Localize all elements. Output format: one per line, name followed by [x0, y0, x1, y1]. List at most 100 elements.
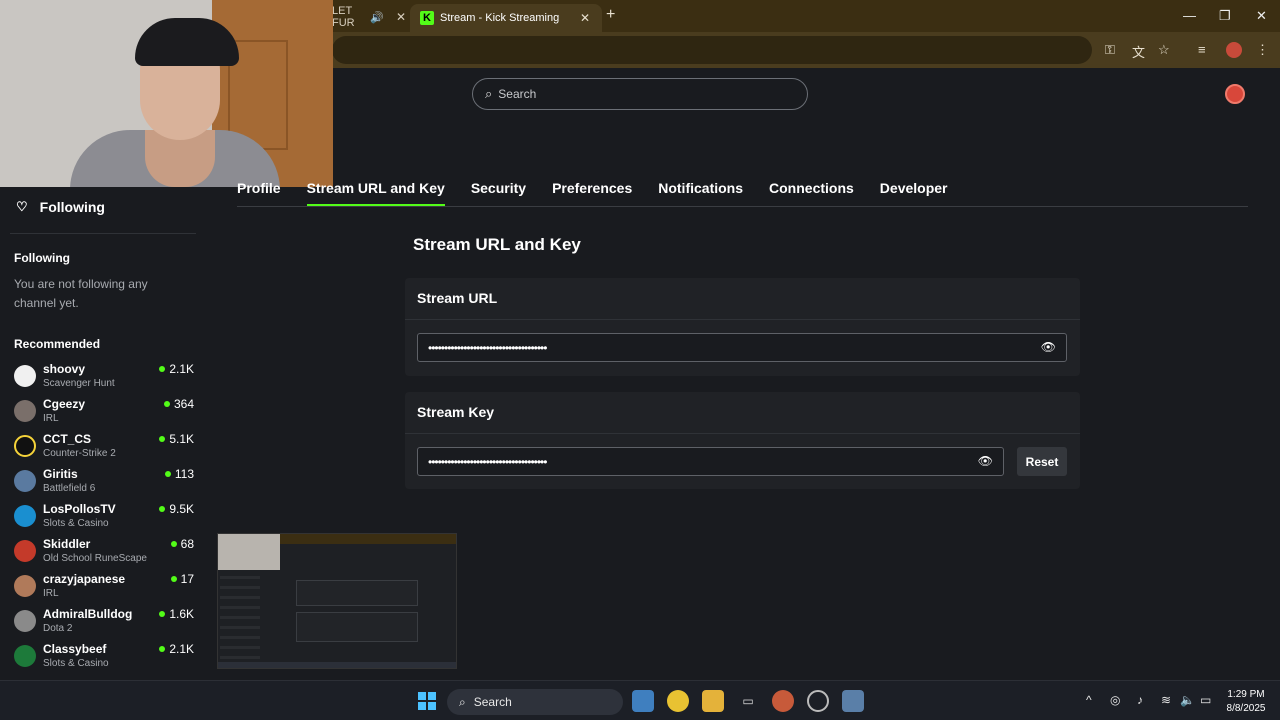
- close-tab-icon[interactable]: ✕: [396, 10, 406, 24]
- channel-category: Dota 2: [43, 623, 73, 634]
- windows-start-icon[interactable]: [418, 692, 436, 710]
- recommended-channel[interactable]: CCT_CS Counter-Strike 2 5.1K: [14, 432, 194, 464]
- browser-active-icon[interactable]: [772, 690, 794, 712]
- channel-avatar: [14, 365, 36, 387]
- microphone-icon[interactable]: ♪: [1137, 693, 1143, 707]
- channel-name: Cgeezy: [43, 397, 86, 411]
- channel-viewers: 113: [164, 467, 194, 481]
- battery-icon[interactable]: ▭: [1200, 693, 1211, 707]
- tab-security[interactable]: Security: [471, 180, 526, 206]
- live-dot-icon: [170, 576, 177, 582]
- recommended-channel[interactable]: Classybeef Slots & Casino 2.1K: [14, 642, 194, 674]
- channel-avatar: [14, 540, 36, 562]
- channel-name: Classybeef: [43, 642, 107, 656]
- sidebar-nav-following[interactable]: ♡ Following: [16, 199, 105, 215]
- omnibox[interactable]: [332, 36, 1092, 64]
- stream-key-card: Stream Key •••••••••••••••••••••••••••••…: [405, 392, 1080, 489]
- clock-time: 1:29 PM: [1227, 689, 1265, 700]
- viewer-count: 1.6K: [169, 607, 194, 621]
- sidebar-nav-label: Following: [39, 199, 105, 215]
- viewer-count: 5.1K: [169, 432, 194, 446]
- stream-url-value: •••••••••••••••••••••••••••••••••••••: [428, 340, 547, 355]
- browser-tab-previous[interactable]: LET FUR 🔊 ✕: [332, 5, 406, 29]
- channel-avatar: [14, 645, 36, 667]
- tray-chevron-icon[interactable]: ^: [1086, 693, 1092, 707]
- eye-icon[interactable]: 👁: [978, 454, 993, 468]
- wifi-icon[interactable]: ≋: [1161, 693, 1171, 707]
- media-queue-icon[interactable]: ≡: [1198, 42, 1206, 57]
- clock-date: 8/8/2025: [1226, 703, 1266, 714]
- volume-icon[interactable]: 🔈: [1180, 693, 1195, 707]
- stream-url-field[interactable]: ••••••••••••••••••••••••••••••••••••• 👁: [417, 333, 1067, 362]
- close-tab-icon[interactable]: ✕: [580, 11, 590, 25]
- recommended-channel[interactable]: LosPollosTV Slots & Casino 9.5K: [14, 502, 194, 534]
- stream-key-field[interactable]: ••••••••••••••••••••••••••••••••••••• 👁: [417, 447, 1004, 476]
- user-avatar[interactable]: [1225, 84, 1245, 104]
- channel-viewers: 68: [170, 537, 194, 551]
- card-divider: [405, 433, 1080, 434]
- sidebar: ♡ Following Following You are not follow…: [0, 187, 206, 680]
- channel-name: crazyjapanese: [43, 572, 126, 586]
- heart-icon: ♡: [16, 199, 28, 214]
- window-preview-thumbnail[interactable]: [217, 533, 457, 669]
- channel-viewers: 17: [170, 572, 194, 586]
- recommended-channel[interactable]: crazyjapanese IRL 17: [14, 572, 194, 604]
- speaker-icon[interactable]: 🔊: [370, 11, 384, 24]
- new-tab-icon[interactable]: +: [606, 6, 615, 24]
- tab-profile[interactable]: Profile: [237, 180, 281, 206]
- search-input[interactable]: ⌕ Search: [472, 78, 808, 110]
- stream-key-value: •••••••••••••••••••••••••••••••••••••: [428, 454, 547, 469]
- channel-category: Scavenger Hunt: [43, 378, 115, 389]
- stream-key-title: Stream Key: [417, 404, 495, 420]
- tabs-divider: [237, 206, 1248, 207]
- card-divider: [405, 319, 1080, 320]
- channel-avatar: [14, 575, 36, 597]
- taskbar-search[interactable]: ⌕ Search: [447, 689, 623, 715]
- tab-notifications[interactable]: Notifications: [658, 180, 743, 206]
- recommended-channel[interactable]: Skiddler Old School RuneScape 68: [14, 537, 194, 569]
- channel-name: AdmiralBulldog: [43, 607, 133, 621]
- taskbar-clock[interactable]: 1:29 PM 8/8/2025: [1222, 688, 1270, 716]
- more-menu-icon[interactable]: ⋮: [1256, 42, 1269, 58]
- maximize-icon[interactable]: ❐: [1219, 8, 1231, 24]
- monitor-icon[interactable]: [842, 690, 864, 712]
- recommended-channel[interactable]: shoovy Scavenger Hunt 2.1K: [14, 362, 194, 394]
- channel-category: Old School RuneScape: [43, 553, 147, 564]
- channel-avatar: [14, 505, 36, 527]
- sidebar-divider: [10, 233, 196, 234]
- password-key-icon[interactable]: ⚿: [1105, 42, 1115, 58]
- close-window-icon[interactable]: ✕: [1256, 8, 1267, 24]
- reset-button[interactable]: Reset: [1017, 447, 1067, 476]
- channel-avatar: [14, 470, 36, 492]
- recommended-channel[interactable]: Giritis Battlefield 6 113: [14, 467, 194, 499]
- chrome-icon[interactable]: [667, 690, 689, 712]
- recommended-channel[interactable]: AdmiralBulldog Dota 2 1.6K: [14, 607, 194, 639]
- recommended-channel[interactable]: Cgeezy IRL 364: [14, 397, 194, 429]
- channel-category: Slots & Casino: [43, 658, 109, 669]
- channel-category: Counter-Strike 2: [43, 448, 116, 459]
- obs-icon[interactable]: [807, 690, 829, 712]
- browser-tab-active[interactable]: K Stream - Kick Streaming ✕: [410, 4, 602, 32]
- viewer-count: 68: [180, 537, 194, 551]
- tab-stream-url-and-key[interactable]: Stream URL and Key: [306, 180, 445, 206]
- tray-sync-icon[interactable]: ◎: [1110, 693, 1120, 707]
- search-placeholder: Search: [498, 87, 537, 101]
- tab-connections[interactable]: Connections: [769, 180, 854, 206]
- eye-icon[interactable]: 👁: [1041, 340, 1056, 354]
- live-dot-icon: [159, 611, 166, 617]
- browser-profile-avatar[interactable]: [1226, 42, 1242, 58]
- channel-name: Skiddler: [43, 537, 91, 551]
- bookmark-star-icon[interactable]: ☆: [1158, 42, 1170, 58]
- channel-avatar: [14, 435, 36, 457]
- app-icon[interactable]: ▭: [737, 690, 759, 712]
- tab-developer[interactable]: Developer: [880, 180, 948, 206]
- translate-icon[interactable]: 文: [1132, 42, 1145, 61]
- following-heading: Following: [14, 251, 70, 265]
- kick-favicon-icon: K: [420, 11, 434, 25]
- channel-name: shoovy: [43, 362, 86, 376]
- minimize-icon[interactable]: —: [1183, 8, 1196, 23]
- tab-preferences[interactable]: Preferences: [552, 180, 632, 206]
- widgets-icon[interactable]: [632, 690, 654, 712]
- file-explorer-icon[interactable]: [702, 690, 724, 712]
- channel-category: Slots & Casino: [43, 518, 109, 529]
